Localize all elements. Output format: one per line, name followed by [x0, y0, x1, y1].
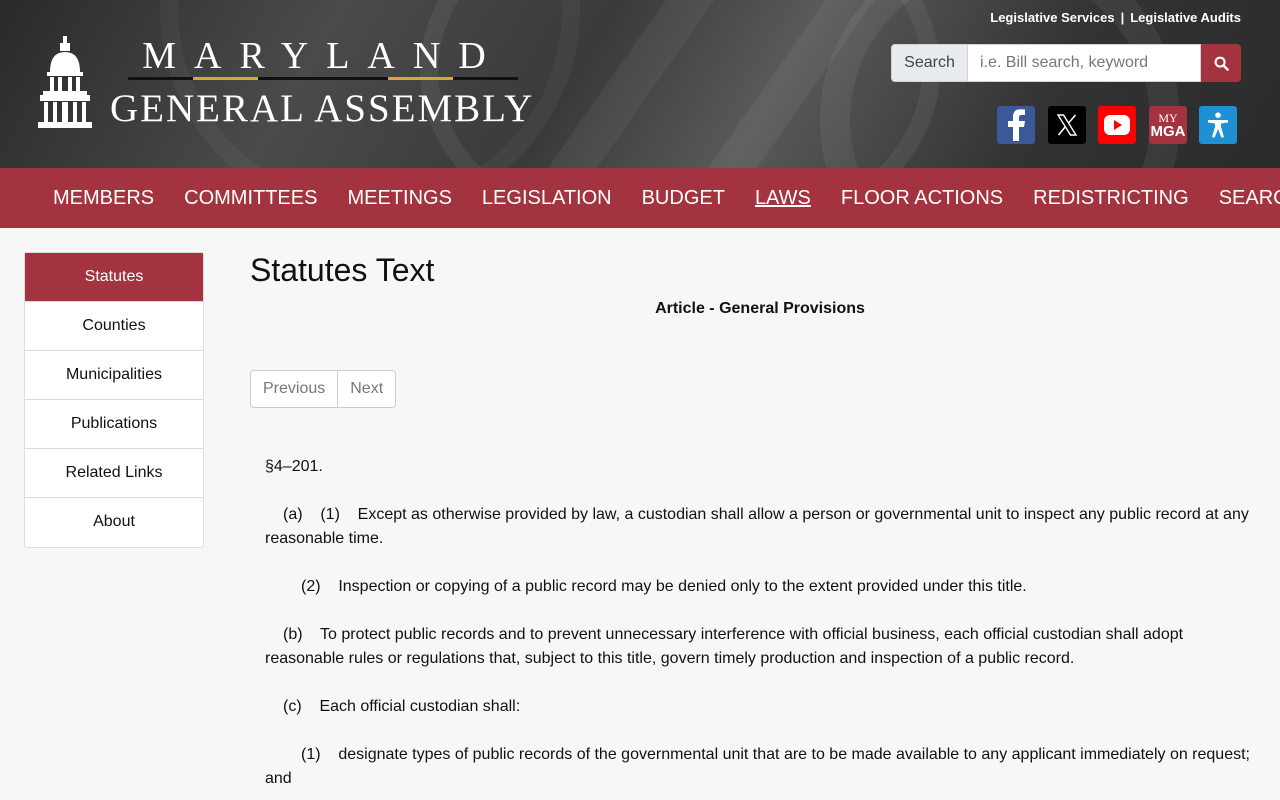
youtube-link[interactable]: [1098, 106, 1136, 144]
statute-paragraph-b: (b) To protect public records and to pre…: [265, 626, 1188, 667]
youtube-icon: [1098, 106, 1136, 144]
pagination: Previous Next: [250, 370, 397, 408]
section-number: §4–201.: [265, 458, 323, 475]
site-search: Search: [891, 44, 1241, 82]
main-nav: MEMBERS COMMITTEES MEETINGS LEGISLATION …: [0, 168, 1280, 228]
sidebar-item-related-links[interactable]: Related Links: [25, 449, 203, 498]
nav-budget[interactable]: BUDGET: [627, 187, 740, 210]
nav-meetings[interactable]: MEETINGS: [332, 187, 466, 210]
statute-text: §4–201. (a) (1) Except as otherwise prov…: [265, 455, 1260, 800]
nav-committees[interactable]: COMMITTEES: [169, 187, 332, 210]
sidebar-item-statutes[interactable]: Statutes: [25, 253, 203, 302]
sidebar: Statutes Counties Municipalities Publica…: [24, 252, 204, 548]
nav-members[interactable]: MEMBERS: [38, 187, 169, 210]
accessibility-link[interactable]: [1199, 106, 1237, 144]
x-twitter-icon: [1056, 114, 1078, 136]
nav-legislation[interactable]: LEGISLATION: [467, 187, 627, 210]
legislative-audits-link[interactable]: Legislative Audits: [1130, 10, 1241, 25]
sidebar-item-publications[interactable]: Publications: [25, 400, 203, 449]
statute-paragraph-c: (c) Each official custodian shall:: [283, 698, 521, 715]
accessibility-icon: [1208, 112, 1228, 138]
top-links-separator: |: [1120, 10, 1125, 25]
search-label: Search: [891, 44, 968, 82]
my-mga-icon-line1: MY: [1158, 110, 1178, 125]
statute-paragraph-a2: (2) Inspection or copying of a public re…: [301, 578, 1027, 595]
sidebar-item-counties[interactable]: Counties: [25, 302, 203, 351]
sidebar-item-municipalities[interactable]: Municipalities: [25, 351, 203, 400]
article-heading: Article - General Provisions: [655, 300, 865, 317]
brand-divider: [128, 77, 518, 80]
facebook-icon: [1008, 109, 1025, 141]
site-header: MARYLAND GENERAL ASSEMBLY Legislative Se…: [0, 0, 1280, 168]
legislative-services-link[interactable]: Legislative Services: [990, 10, 1114, 25]
statute-paragraph-a1: (a) (1) Except as otherwise provided by …: [265, 506, 1254, 547]
statute-paragraph-c1: (1) designate types of public records of…: [265, 746, 1255, 787]
nav-search[interactable]: SEARCH: [1204, 187, 1280, 210]
next-button[interactable]: Next: [337, 371, 395, 407]
brand-general-assembly: GENERAL ASSEMBLY: [110, 87, 535, 130]
my-mga-icon-line2: MGA: [1150, 122, 1186, 140]
brand-maryland: MARYLAND: [142, 35, 504, 77]
facebook-link[interactable]: [997, 106, 1035, 144]
previous-button[interactable]: Previous: [251, 371, 337, 407]
capitol-dome-icon[interactable]: [38, 36, 92, 132]
x-twitter-link[interactable]: [1048, 106, 1086, 144]
search-input[interactable]: [968, 44, 1201, 82]
page-title: Statutes Text: [250, 252, 435, 288]
nav-redistricting[interactable]: REDISTRICTING: [1018, 187, 1204, 210]
search-icon: [1214, 56, 1229, 71]
sidebar-item-about[interactable]: About: [25, 498, 203, 547]
nav-floor-actions[interactable]: FLOOR ACTIONS: [826, 187, 1018, 210]
top-links: Legislative Services | Legislative Audits: [990, 10, 1241, 25]
search-button[interactable]: [1201, 44, 1241, 82]
my-mga-link[interactable]: MY MGA: [1149, 106, 1187, 144]
nav-laws[interactable]: LAWS: [740, 187, 826, 210]
